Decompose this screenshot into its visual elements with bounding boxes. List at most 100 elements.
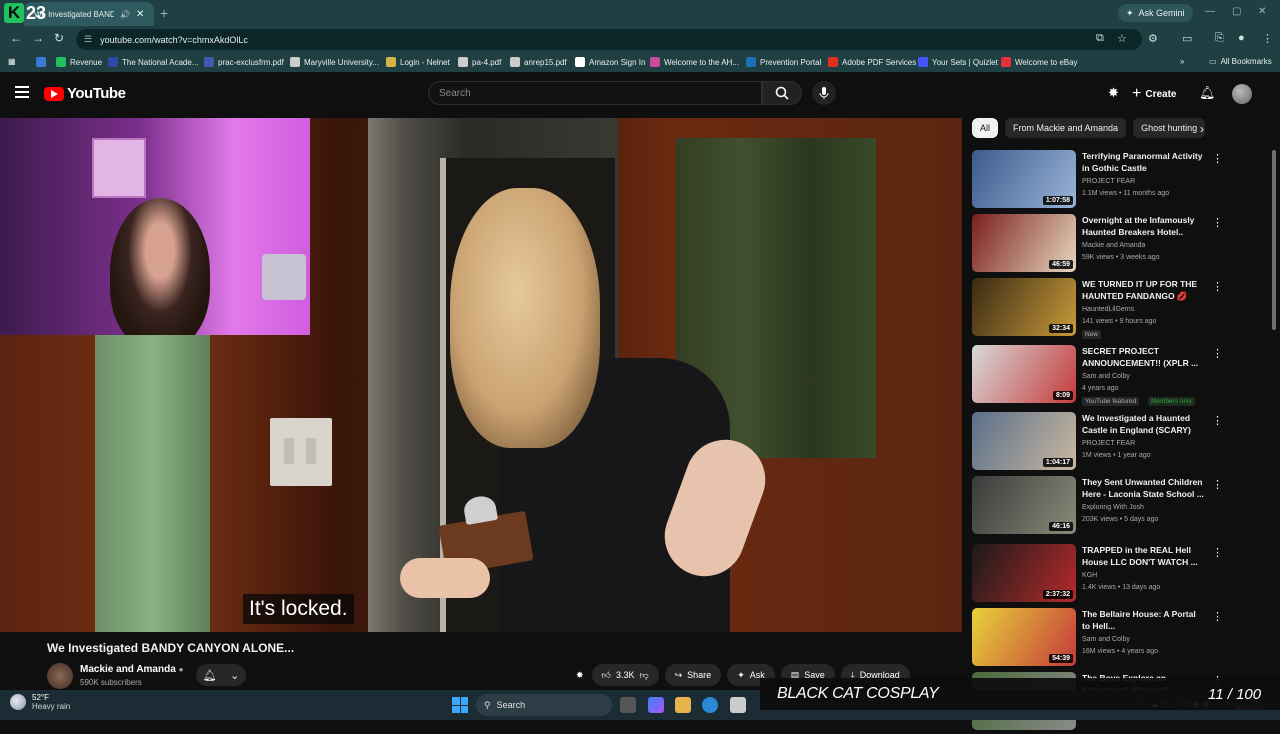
chip-from-channel[interactable]: From Mackie and Amanda: [1005, 118, 1127, 138]
recommendation-channel[interactable]: Mackie and Amanda: [1082, 242, 1145, 249]
recommendation-item[interactable]: 32:34 WE TURNED IT UP FOR THE HAUNTED FAN…: [972, 278, 1232, 340]
more-actions-icon[interactable]: ⋮: [1212, 280, 1223, 293]
recommendation-title[interactable]: SECRET PROJECT ANNOUNCEMENT!! (XPLR ...: [1082, 345, 1206, 369]
recommendation-title[interactable]: Terrifying Paranormal Activity in Gothic…: [1082, 150, 1206, 174]
like-button[interactable]: 👍︎ 3.3K 👎︎: [591, 664, 659, 686]
cast-sparkle-icon[interactable]: ✸: [1108, 85, 1119, 101]
apps-grid-icon[interactable]: ▦: [8, 57, 16, 66]
video-thumbnail[interactable]: 46:16: [972, 476, 1076, 534]
forward-icon[interactable]: →: [32, 31, 44, 45]
edge-icon[interactable]: [702, 697, 718, 713]
more-actions-icon[interactable]: ⋮: [1212, 478, 1223, 491]
weather-widget[interactable]: 52°F Heavy rain: [10, 693, 70, 711]
recommendation-title[interactable]: WE TURNED IT UP FOR THE HAUNTED FANDANGO…: [1082, 278, 1206, 302]
bookmark-item[interactable]: Adobe PDF Services: [828, 57, 916, 67]
more-actions-icon[interactable]: ⋮: [1212, 610, 1223, 623]
recommendation-channel[interactable]: PROJECT FEAR: [1082, 178, 1135, 185]
bookmark-item[interactable]: Amazon Sign In: [575, 57, 645, 67]
bookmark-item[interactable]: The National Acade...: [108, 57, 199, 67]
recommendation-item[interactable]: 2:37:32 TRAPPED in the REAL Hell House LL…: [972, 544, 1232, 606]
recommendation-item[interactable]: 8:09 SECRET PROJECT ANNOUNCEMENT!! (XPLR …: [972, 345, 1232, 407]
chip-all[interactable]: All: [972, 118, 999, 138]
store-icon[interactable]: [730, 697, 746, 713]
voice-search-button[interactable]: [812, 81, 836, 105]
bookmark-item[interactable]: anrep15.pdf: [510, 57, 567, 67]
video-thumbnail[interactable]: 1:04:17: [972, 412, 1076, 470]
bookmark-item[interactable]: Your Sets | Quizlet: [918, 57, 998, 67]
recommendation-item[interactable]: 1:04:17 We Investigated a Haunted Castle …: [972, 412, 1232, 474]
sparkle-icon[interactable]: ✸: [574, 664, 586, 686]
notifications-bell-icon[interactable]: 🔔︎: [1199, 85, 1216, 101]
close-window-icon[interactable]: ✕: [1258, 6, 1266, 17]
address-bar[interactable]: ☰ youtube.com/watch?v=chmxAkdOlLc: [76, 29, 1142, 50]
share-button[interactable]: ↪ Share: [664, 664, 722, 686]
back-icon[interactable]: ←: [10, 31, 22, 45]
site-info-icon[interactable]: ☰: [84, 34, 92, 45]
copilot-icon[interactable]: [648, 697, 664, 713]
install-icon[interactable]: ⧉: [1096, 32, 1104, 45]
reload-icon[interactable]: ↻: [54, 31, 64, 45]
chevron-right-icon[interactable]: ›: [1200, 122, 1204, 136]
recommendation-title[interactable]: Overnight at the Infamously Haunted Brea…: [1082, 214, 1206, 238]
hamburger-menu-icon[interactable]: [15, 86, 29, 98]
create-button[interactable]: + Create: [1132, 85, 1176, 103]
channel-avatar[interactable]: [47, 663, 73, 689]
more-actions-icon[interactable]: ⋮: [1212, 152, 1223, 165]
maximize-icon[interactable]: ▢: [1232, 6, 1241, 17]
video-thumbnail[interactable]: 8:09: [972, 345, 1076, 403]
bookmark-item[interactable]: Prevention Portal: [746, 57, 821, 67]
recommendation-channel[interactable]: KGH: [1082, 572, 1097, 579]
file-explorer-icon[interactable]: [675, 697, 691, 713]
tab-search-icon[interactable]: ⎘: [1215, 32, 1224, 45]
search-input[interactable]: Search: [428, 81, 762, 105]
video-thumbnail[interactable]: 46:59: [972, 214, 1076, 272]
recommendation-channel[interactable]: PROJECT FEAR: [1082, 440, 1135, 447]
channel-name[interactable]: Mackie and Amanda ●: [80, 664, 183, 675]
extensions-icon[interactable]: ⚙: [1148, 32, 1158, 45]
bookmark-item[interactable]: Welcome to eBay: [1001, 57, 1078, 67]
video-thumbnail[interactable]: 2:37:32: [972, 544, 1076, 602]
task-view-icon[interactable]: [620, 697, 636, 713]
more-actions-icon[interactable]: ⋮: [1212, 546, 1223, 559]
bookmark-item[interactable]: Revenue: [56, 57, 102, 67]
video-thumbnail[interactable]: 54:39: [972, 608, 1076, 666]
bookmark-item[interactable]: prac-exclusfrm.pdf: [204, 57, 284, 67]
menu-kebab-icon[interactable]: ⋮: [1262, 32, 1273, 45]
search-button[interactable]: [762, 81, 802, 105]
close-tab-icon[interactable]: ✕: [136, 9, 144, 20]
recommendation-title[interactable]: They Sent Unwanted Children Here - Lacon…: [1082, 476, 1206, 500]
video-thumbnail[interactable]: 32:34: [972, 278, 1076, 336]
ask-gemini-button[interactable]: ✦ Ask Gemini: [1118, 4, 1193, 22]
chip-ghost-hunting[interactable]: Ghost hunting: [1133, 118, 1206, 138]
thumbs-down-icon[interactable]: 👎︎: [639, 670, 648, 681]
scrollbar[interactable]: [1272, 150, 1276, 330]
recommendation-item[interactable]: 54:39 The Bellaire House: A Portal to Hel…: [972, 608, 1232, 670]
recommendation-title[interactable]: TRAPPED in the REAL Hell House LLC DON'T…: [1082, 544, 1206, 568]
subscription-bell-button[interactable]: 🔔︎ ⌄: [196, 664, 246, 686]
recommendation-title[interactable]: The Bellaire House: A Portal to Hell...: [1082, 608, 1206, 632]
recommendation-item[interactable]: 1:07:58 Terrifying Paranormal Activity in…: [972, 150, 1232, 212]
all-bookmarks-button[interactable]: ▭ All Bookmarks: [1209, 57, 1272, 66]
bookmark-item[interactable]: Welcome to the AH...: [650, 57, 739, 67]
recommendation-item[interactable]: 46:16 They Sent Unwanted Children Here - …: [972, 476, 1232, 538]
recommendation-channel[interactable]: Exploring With Josh: [1082, 504, 1144, 511]
taskbar-search[interactable]: ⚲ Search: [476, 694, 612, 716]
speaker-icon[interactable]: 🔊: [120, 10, 130, 19]
minimize-icon[interactable]: —: [1205, 6, 1215, 17]
new-tab-button[interactable]: +: [160, 5, 168, 21]
recommendation-channel[interactable]: HauntedLilGems: [1082, 306, 1134, 313]
more-actions-icon[interactable]: ⋮: [1212, 414, 1223, 427]
recommendation-item[interactable]: 46:59 Overnight at the Infamously Haunted…: [972, 214, 1232, 276]
account-avatar[interactable]: [1232, 84, 1252, 104]
bookmark-star-icon[interactable]: ☆: [1117, 32, 1127, 45]
bookmarks-overflow-icon[interactable]: »: [1180, 57, 1184, 66]
more-actions-icon[interactable]: ⋮: [1212, 347, 1223, 360]
more-actions-icon[interactable]: ⋮: [1212, 216, 1223, 229]
cast-icon[interactable]: ▭: [1182, 32, 1192, 45]
bookmark-item[interactable]: pa-4.pdf: [458, 57, 501, 67]
recommendation-channel[interactable]: Sam and Colby: [1082, 373, 1130, 380]
recommendation-title[interactable]: We Investigated a Haunted Castle in Engl…: [1082, 412, 1206, 436]
bookmark-item[interactable]: Maryville University...: [290, 57, 379, 67]
profile-icon[interactable]: ●: [1238, 32, 1245, 44]
bookmark-item[interactable]: Login - Nelnet: [386, 57, 450, 67]
